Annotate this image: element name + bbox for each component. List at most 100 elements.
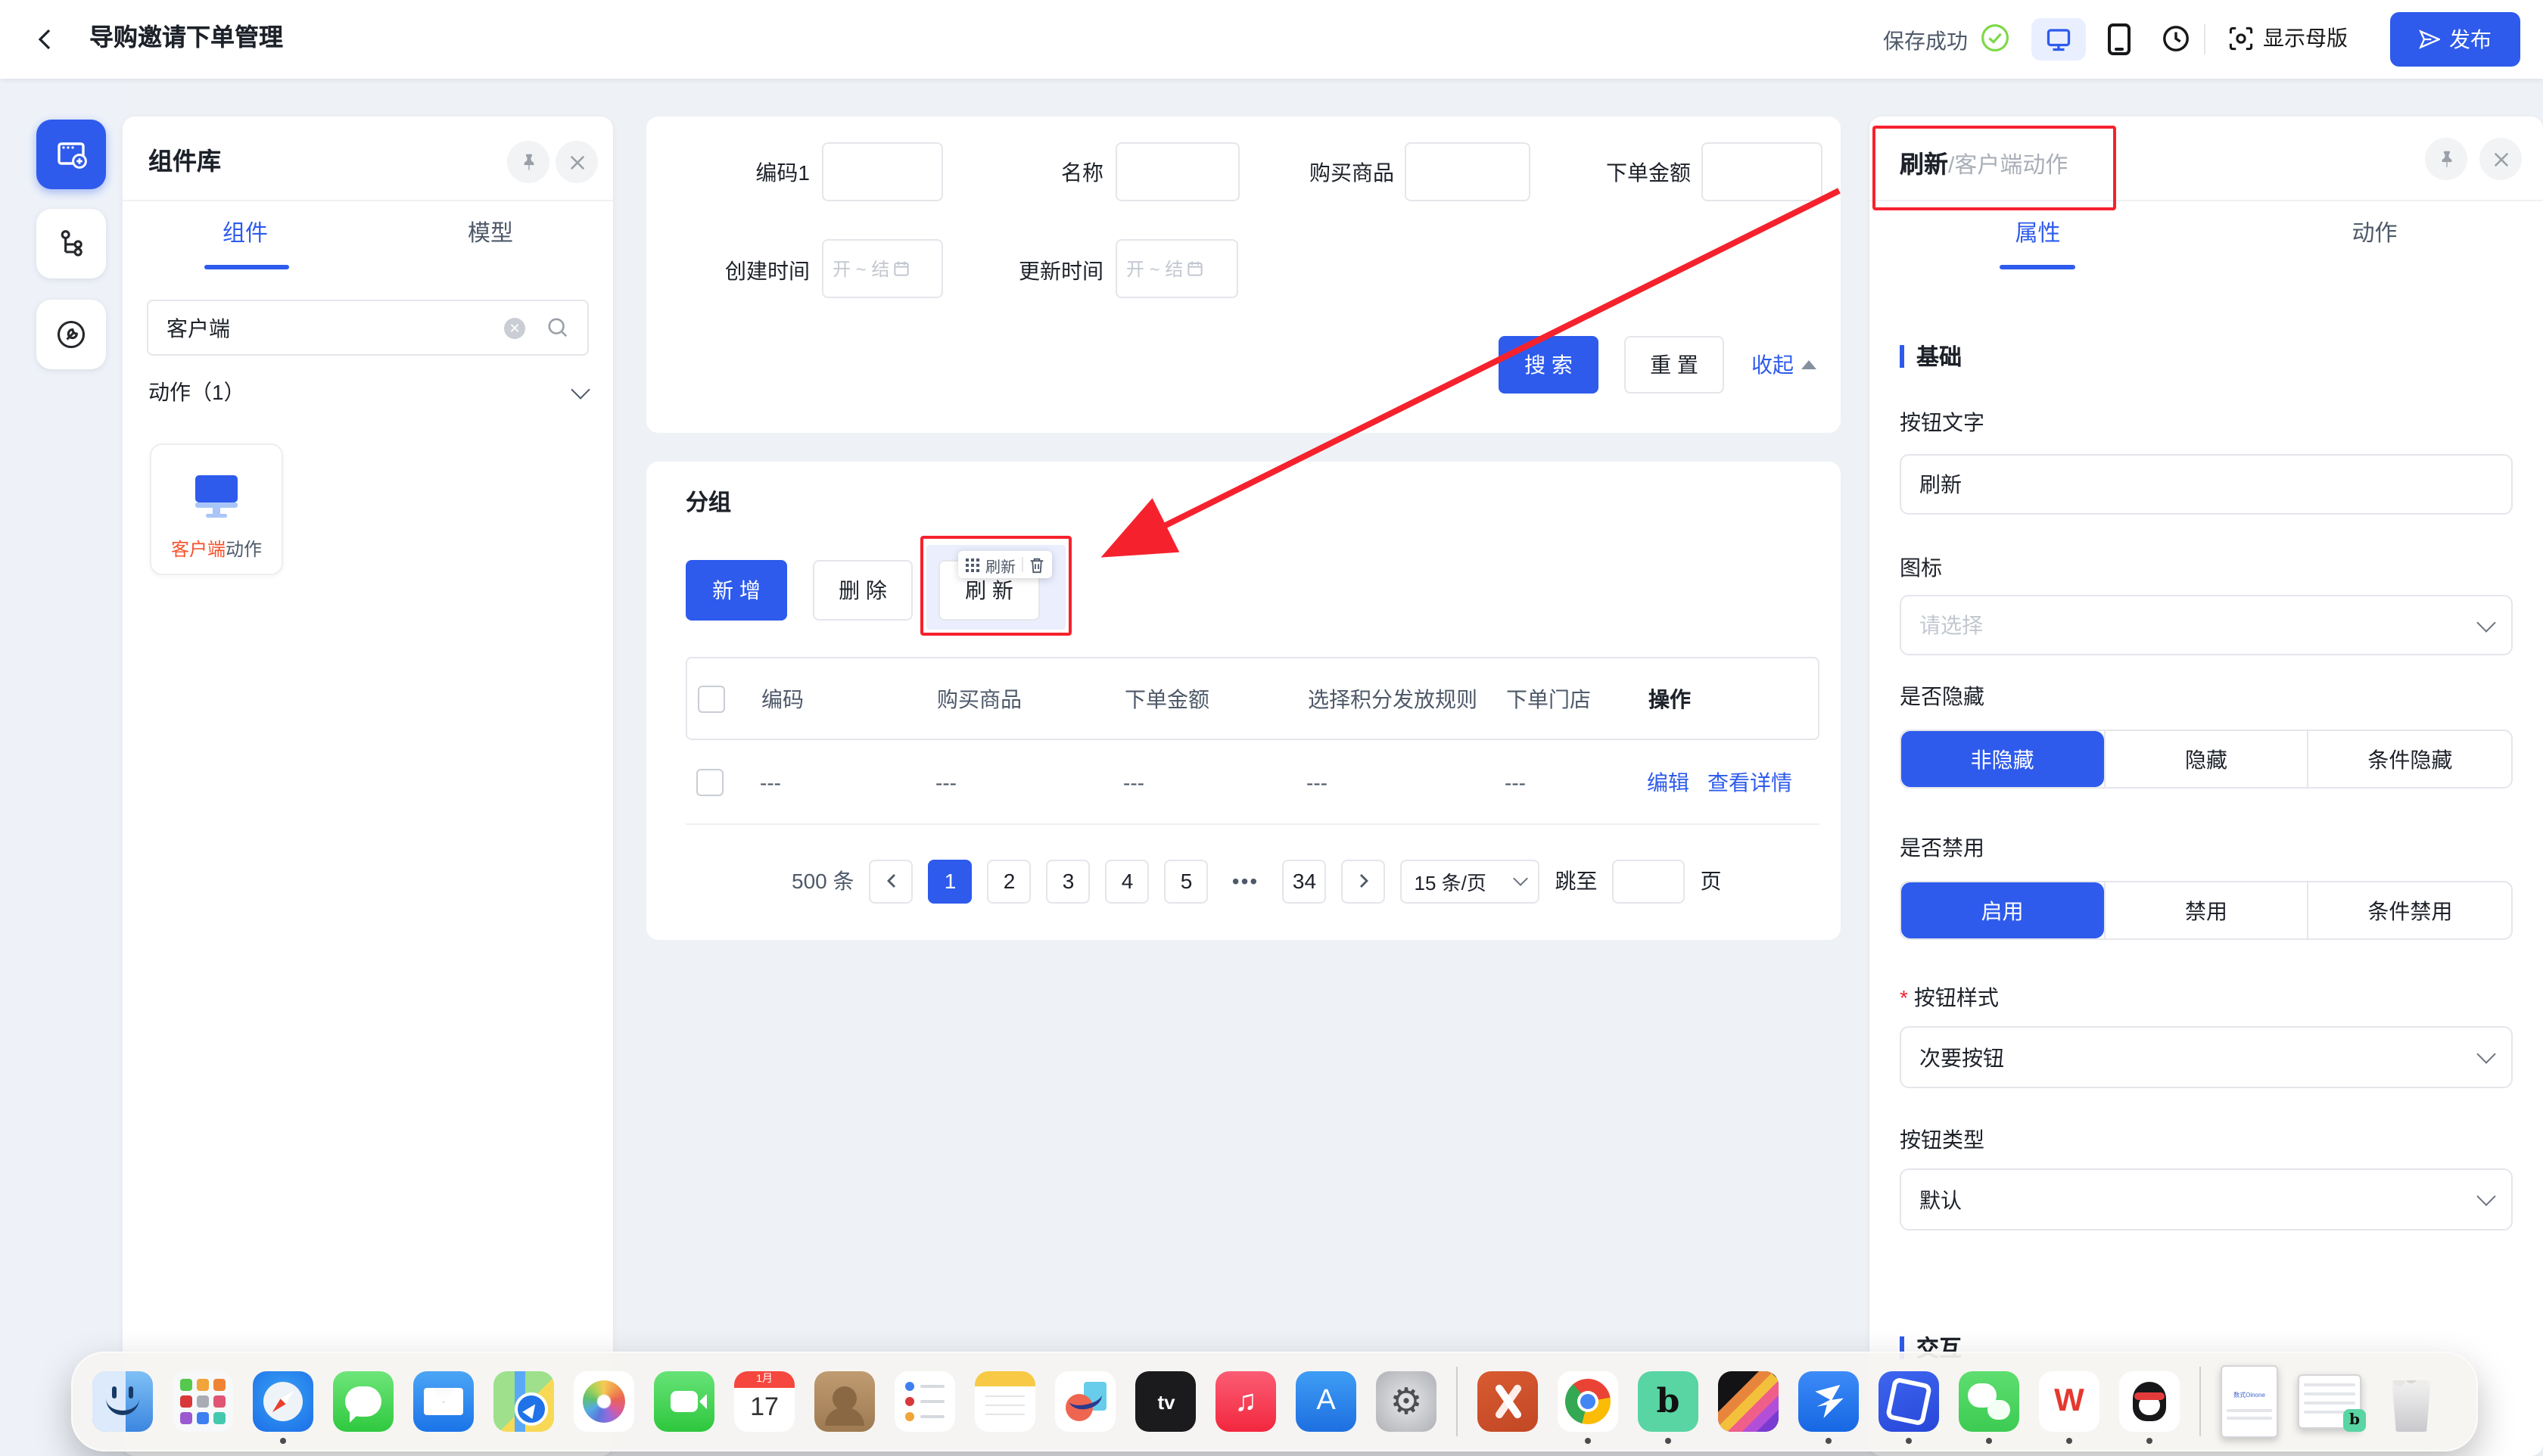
- dock-reminders-icon[interactable]: [895, 1371, 955, 1432]
- option-conditional-hidden[interactable]: 条件隐藏: [2308, 731, 2511, 787]
- dock-calendar-icon[interactable]: 1月 17: [734, 1371, 795, 1432]
- dock-wps-icon[interactable]: W: [2039, 1371, 2099, 1432]
- edit-link[interactable]: 编辑: [1647, 767, 1689, 797]
- tab-models[interactable]: 模型: [368, 207, 613, 268]
- dock-messages-icon[interactable]: [333, 1371, 394, 1432]
- dock-appstore-icon[interactable]: A: [1296, 1371, 1356, 1432]
- publish-button[interactable]: 发布: [2390, 12, 2520, 67]
- option-conditional-disabled[interactable]: 条件禁用: [2308, 882, 2511, 938]
- page-2[interactable]: 2: [988, 859, 1032, 903]
- search-button[interactable]: 搜 索: [1499, 336, 1598, 394]
- rail-tools-button[interactable]: [36, 300, 106, 369]
- disable-label: 是否禁用: [1900, 832, 1984, 863]
- dock-dingtalk-icon[interactable]: [1798, 1371, 1859, 1432]
- page-3[interactable]: 3: [1047, 859, 1091, 903]
- dock-colorbars-app-icon[interactable]: [1718, 1371, 1779, 1432]
- selection-toolbar-label: 刷新: [985, 553, 1016, 576]
- b-app-letter: b: [1657, 1382, 1680, 1421]
- select-all-checkbox[interactable]: [698, 685, 725, 712]
- jump-page-input[interactable]: [1613, 859, 1685, 903]
- dock-notes-icon[interactable]: [975, 1371, 1035, 1432]
- history-clock-icon[interactable]: [2162, 24, 2190, 53]
- close-inspector-button[interactable]: [2479, 138, 2522, 180]
- dock-appletv-icon[interactable]: tv: [1135, 1371, 1196, 1432]
- page-5[interactable]: 5: [1165, 859, 1209, 903]
- goods-input[interactable]: [1405, 142, 1530, 201]
- dock-launchpad-icon[interactable]: [173, 1371, 233, 1432]
- updated-date-range-input[interactable]: 开 ~ 结: [1116, 239, 1238, 298]
- actions-group-header[interactable]: 动作（1）: [148, 374, 587, 410]
- page-ellipsis[interactable]: •••: [1224, 859, 1268, 903]
- dock-mail-icon[interactable]: [413, 1371, 474, 1432]
- wps-w: W: [2054, 1383, 2084, 1420]
- reset-button[interactable]: 重 置: [1624, 336, 1724, 394]
- delete-button[interactable]: 删 除: [813, 560, 913, 621]
- delete-component-trash-icon[interactable]: [1029, 556, 1044, 573]
- dock-wechat-icon[interactable]: [1959, 1371, 2019, 1432]
- dock-qq-icon[interactable]: [2119, 1371, 2180, 1432]
- dock-b-app-icon[interactable]: b: [1638, 1371, 1698, 1432]
- option-disabled[interactable]: 禁用: [2103, 882, 2307, 938]
- dock-finder-icon[interactable]: [92, 1371, 153, 1432]
- window-add-icon: [53, 136, 89, 173]
- show-master-button[interactable]: 显示母版: [2228, 23, 2348, 53]
- chevron-right-icon: [1358, 873, 1370, 888]
- rail-outline-tree-button[interactable]: [36, 209, 106, 278]
- client-action-component-card[interactable]: 客户端动作: [150, 443, 283, 575]
- dock-orange-app-icon[interactable]: [1477, 1371, 1538, 1432]
- dock-safari-icon[interactable]: [253, 1371, 313, 1432]
- rail-component-library-button[interactable]: [36, 120, 106, 189]
- tab-actions[interactable]: 动作: [2206, 207, 2543, 268]
- required-asterisk: *: [1900, 985, 1908, 1010]
- drag-handle-icon[interactable]: [966, 558, 979, 571]
- button-style-select[interactable]: 次要按钮: [1900, 1026, 2513, 1088]
- collapse-link[interactable]: 收起: [1751, 350, 1816, 380]
- dock-trash-icon[interactable]: [2381, 1371, 2442, 1432]
- dock-maps-icon[interactable]: [493, 1371, 554, 1432]
- row-checkbox[interactable]: [696, 768, 724, 795]
- dock-freeform-icon[interactable]: [1055, 1371, 1116, 1432]
- button-type-select[interactable]: 默认: [1900, 1168, 2513, 1230]
- desktop-preview-toggle[interactable]: [2031, 18, 2086, 61]
- dock-facetime-icon[interactable]: [654, 1371, 714, 1432]
- created-date-range-input[interactable]: 开 ~ 结: [822, 239, 943, 298]
- view-detail-link[interactable]: 查看详情: [1707, 767, 1792, 797]
- button-text-input[interactable]: 刷新: [1900, 454, 2513, 515]
- next-page-button[interactable]: [1342, 859, 1386, 903]
- option-hidden[interactable]: 隐藏: [2103, 731, 2307, 787]
- dock-settings-icon[interactable]: ⚙: [1376, 1371, 1436, 1432]
- page-34[interactable]: 34: [1283, 859, 1327, 903]
- dock-chrome-icon[interactable]: [1558, 1371, 1618, 1432]
- dock-photos-icon[interactable]: [574, 1371, 634, 1432]
- pin-panel-button[interactable]: [507, 141, 549, 183]
- button-style-value: 次要按钮: [1919, 1042, 2004, 1072]
- code-input[interactable]: [822, 142, 943, 201]
- tab-properties[interactable]: 属性: [1869, 207, 2206, 268]
- page-size-select[interactable]: 15 条/页: [1401, 859, 1540, 903]
- close-panel-button[interactable]: [556, 141, 598, 183]
- pin-inspector-button[interactable]: [2425, 138, 2467, 180]
- dock-oinone-icon[interactable]: [1878, 1371, 1939, 1432]
- dock-music-icon[interactable]: ♫: [1215, 1371, 1276, 1432]
- wrench-circle-icon: [54, 318, 88, 351]
- section-accent-bar: [1900, 345, 1904, 368]
- amount-input[interactable]: [1701, 142, 1822, 201]
- clear-search-icon[interactable]: ✕: [504, 317, 525, 338]
- total-count: 500 条: [792, 866, 854, 896]
- tab-components[interactable]: 组件: [123, 207, 368, 268]
- add-button[interactable]: 新 增: [686, 560, 787, 621]
- name-input[interactable]: [1116, 142, 1240, 201]
- component-search-input[interactable]: 客户端 ✕: [147, 300, 589, 356]
- section-basic-label: 基础: [1916, 341, 1962, 372]
- minimized-list-window[interactable]: b: [2298, 1374, 2361, 1429]
- page-1[interactable]: 1: [929, 859, 973, 903]
- dock-contacts-icon[interactable]: [814, 1371, 875, 1432]
- icon-select[interactable]: 请选择: [1900, 595, 2513, 655]
- back-button[interactable]: [30, 24, 61, 54]
- option-enabled[interactable]: 启用: [1901, 882, 2103, 938]
- prev-page-button[interactable]: [870, 859, 914, 903]
- mobile-preview-toggle[interactable]: [2107, 23, 2131, 56]
- option-not-hidden[interactable]: 非隐藏: [1901, 731, 2103, 787]
- minimized-document-window[interactable]: 数式Oinone: [2221, 1365, 2278, 1438]
- page-4[interactable]: 4: [1106, 859, 1150, 903]
